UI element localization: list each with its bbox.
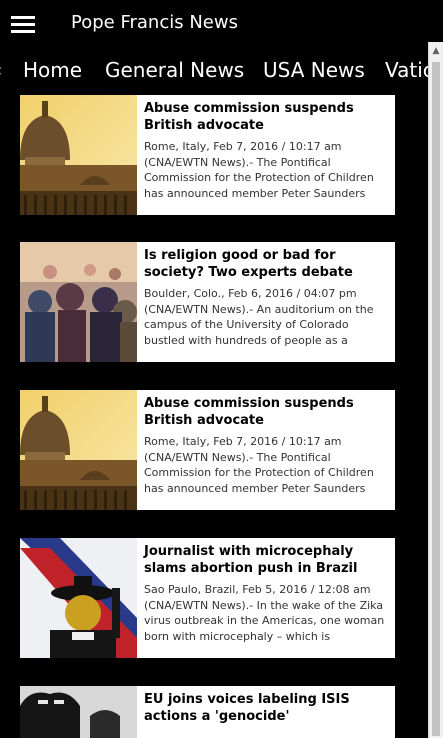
article-snippet: (CNA/EWTN News).- The Pontifical Commiss… [144, 155, 374, 200]
article-headline[interactable]: EU joins voices labeling ISIS actions a … [144, 691, 391, 725]
article-card[interactable]: Abuse commission suspends British advoca… [20, 390, 395, 510]
vertical-scrollbar[interactable]: ▲ [428, 42, 443, 738]
tabs-scroll-left-icon[interactable]: ‹ [0, 60, 2, 81]
tab-usa-news[interactable]: USA News [263, 58, 365, 82]
article-thumbnail [20, 95, 137, 215]
app-title: Pope Francis News [71, 12, 238, 33]
article-headline[interactable]: Is religion good or bad for society? Two… [144, 247, 391, 281]
article-card[interactable]: Abuse commission suspends British advoca… [20, 95, 395, 215]
tab-general-news[interactable]: General News [105, 58, 244, 82]
article-headline[interactable]: Abuse commission suspends British advoca… [144, 100, 391, 134]
article-meta: Boulder, Colo., Feb 6, 2016 / 04:07 pm [144, 287, 357, 300]
article-meta: Rome, Italy, Feb 7, 2016 / 10:17 am [144, 435, 342, 448]
category-tabs: Home General News USA News Vatic [0, 52, 428, 92]
article-thumbnail [20, 538, 137, 658]
article-meta: Sao Paulo, Brazil, Feb 5, 2016 / 12:08 a… [144, 583, 371, 596]
article-card[interactable]: Is religion good or bad for society? Two… [20, 242, 395, 362]
article-headline[interactable]: Abuse commission suspends British advoca… [144, 395, 391, 429]
article-thumbnail [20, 390, 137, 510]
article-thumbnail [20, 686, 137, 738]
article-card[interactable]: EU joins voices labeling ISIS actions a … [20, 686, 395, 738]
scrollbar-thumb[interactable] [432, 62, 440, 736]
tab-home[interactable]: Home [23, 58, 82, 82]
article-headline[interactable]: Journalist with microcephaly slams abort… [144, 543, 391, 577]
scroll-up-arrow-icon[interactable]: ▲ [429, 44, 443, 58]
article-snippet: (CNA/EWTN News).- In the wake of the Zik… [144, 598, 385, 643]
article-snippet: (CNA/EWTN News).- The Pontifical Commiss… [144, 450, 374, 495]
article-snippet: (CNA/EWTN News).- An auditorium on the c… [144, 302, 374, 347]
hamburger-menu-icon[interactable] [11, 16, 35, 33]
article-card[interactable]: Journalist with microcephaly slams abort… [20, 538, 395, 658]
article-meta: Rome, Italy, Feb 7, 2016 / 10:17 am [144, 140, 342, 153]
app-bar: Pope Francis News [0, 0, 443, 48]
article-thumbnail [20, 242, 137, 362]
tab-vatican[interactable]: Vatic [385, 58, 428, 82]
